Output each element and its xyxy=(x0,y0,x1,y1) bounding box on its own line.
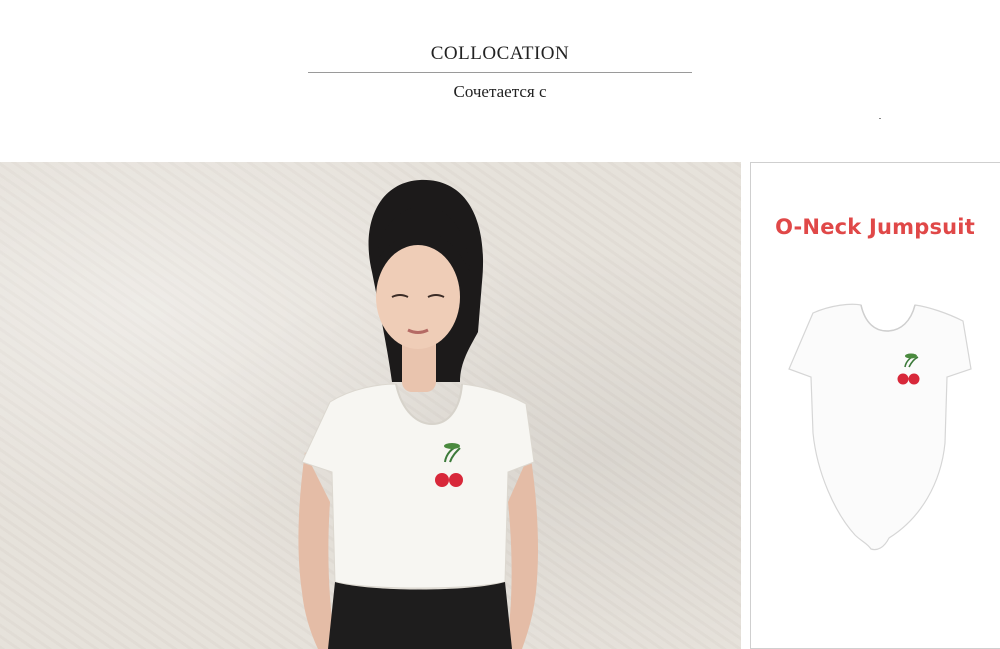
collocation-header: COLLOCATION Сочетается с xyxy=(0,0,1000,130)
jumpsuit-product-image xyxy=(788,303,972,551)
stray-mark xyxy=(879,118,881,119)
title-divider xyxy=(308,72,692,73)
section-subtitle: Сочетается с xyxy=(453,82,547,101)
product-title: O-Neck Jumpsuit xyxy=(775,215,975,239)
model-illustration xyxy=(298,179,538,649)
section-title: COLLOCATION xyxy=(430,43,570,64)
model-photo xyxy=(0,162,741,649)
product-card[interactable]: O-Neck Jumpsuit xyxy=(750,162,1000,649)
